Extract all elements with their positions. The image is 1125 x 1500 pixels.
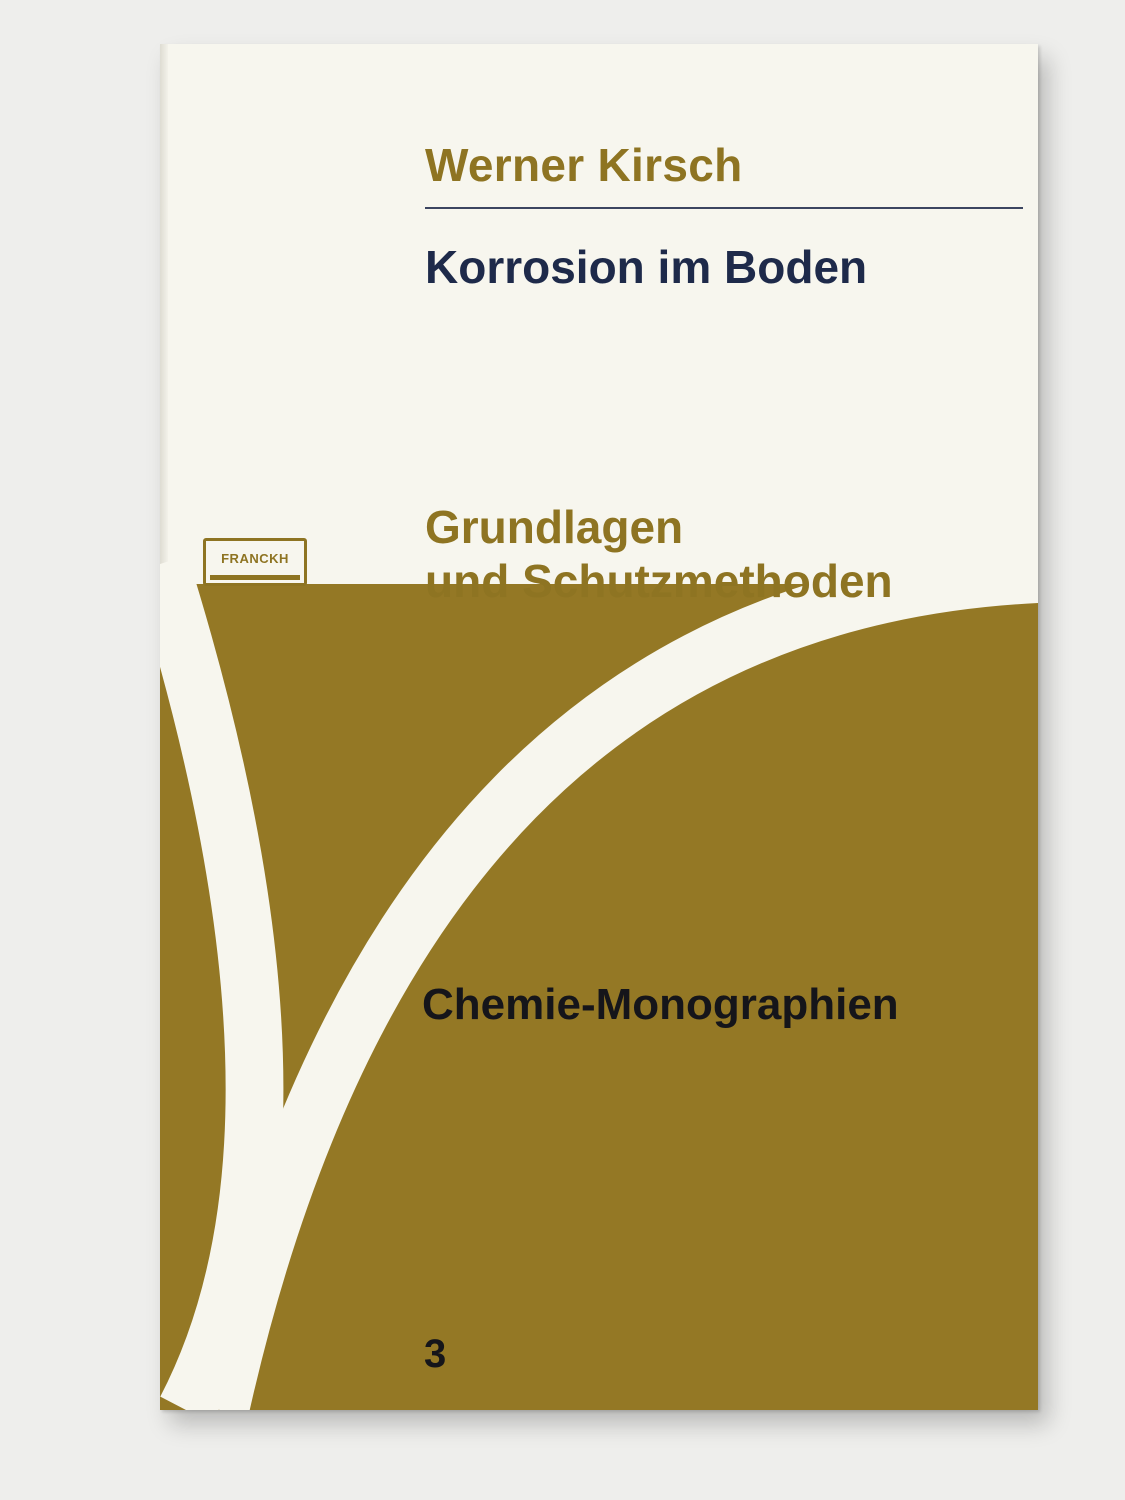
book-cover: Werner Kirsch Korrosion im Boden FRANCKH… (160, 44, 1038, 1410)
series-name: Chemie-Monographien (422, 980, 899, 1029)
subtitle-line-1: Grundlagen (425, 501, 684, 553)
book-title: Korrosion im Boden (425, 241, 868, 293)
title-divider (425, 207, 1023, 209)
book-subtitle: Grundlagen und Schutzmethoden (425, 500, 893, 608)
volume-number: 3 (424, 1332, 447, 1376)
publisher-logo-text: FRANCKH (221, 551, 289, 566)
subtitle-line-2: und Schutzmethoden (425, 555, 893, 607)
author-name: Werner Kirsch (425, 139, 743, 191)
publisher-logo: FRANCKH (203, 538, 307, 586)
